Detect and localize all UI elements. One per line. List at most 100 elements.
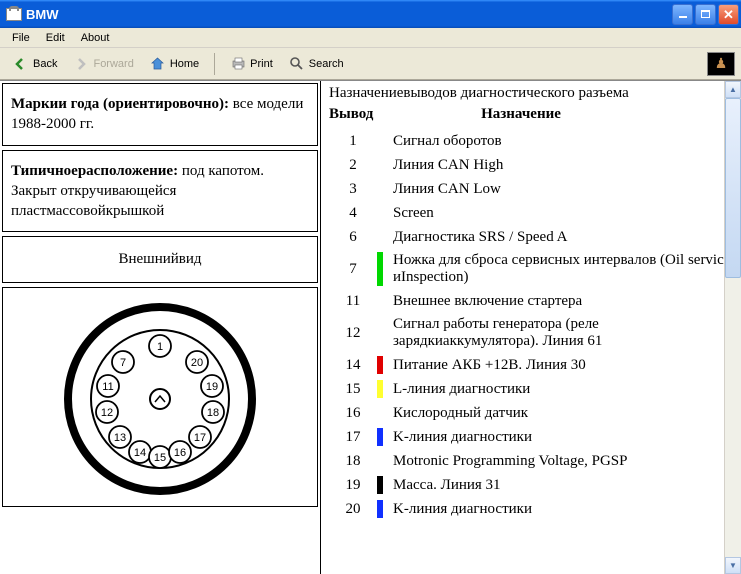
location-box: Типичноерасположение: под капотом. Закры… bbox=[2, 150, 318, 233]
back-button[interactable]: Back bbox=[6, 52, 64, 76]
pinout-row: 15 L-линия диагностики bbox=[321, 377, 741, 401]
maximize-button[interactable] bbox=[695, 4, 716, 25]
pin-number: 1 bbox=[329, 133, 377, 150]
color-bar bbox=[377, 316, 383, 350]
model-year-box: Маркии года (ориентировочно): все модели… bbox=[2, 83, 318, 146]
pin-number: 17 bbox=[329, 429, 377, 446]
print-label: Print bbox=[250, 58, 273, 70]
connector-pin-label: 7 bbox=[120, 357, 126, 369]
scroll-down-icon[interactable]: ▼ bbox=[725, 557, 741, 574]
pin-description: Диагностика SRS / Speed A bbox=[393, 229, 733, 246]
menu-file[interactable]: File bbox=[4, 30, 38, 46]
color-bar bbox=[377, 452, 383, 470]
pinout-row: 16 Кислородный датчик bbox=[321, 401, 741, 425]
color-bar bbox=[377, 292, 383, 310]
appearance-header: Внешнийвид bbox=[2, 236, 318, 283]
pin-number: 18 bbox=[329, 453, 377, 470]
connector-svg: 1711121314151617181920 bbox=[60, 299, 260, 499]
pin-number: 2 bbox=[329, 157, 377, 174]
pin-description: Внешнее включение стартера bbox=[393, 293, 733, 310]
pin-description: Ножка для сброса сервисных интервалов (O… bbox=[393, 252, 733, 286]
color-bar bbox=[377, 404, 383, 422]
titlebar: BMW ✕ bbox=[0, 0, 741, 28]
connector-pin-label: 12 bbox=[101, 407, 113, 419]
menu-about[interactable]: About bbox=[73, 30, 118, 46]
right-pane: Назначениевыводов диагностического разъе… bbox=[321, 81, 741, 574]
pinout-row: 20K-линия диагностики bbox=[321, 497, 741, 521]
pin-number: 12 bbox=[329, 325, 377, 342]
app-icon bbox=[6, 8, 22, 21]
pin-number: 16 bbox=[329, 405, 377, 422]
pin-number: 3 bbox=[329, 181, 377, 198]
pin-number: 19 bbox=[329, 477, 377, 494]
back-label: Back bbox=[33, 58, 57, 70]
pin-number: 6 bbox=[329, 229, 377, 246]
pin-number: 7 bbox=[329, 261, 377, 278]
pin-number: 4 bbox=[329, 205, 377, 222]
connector-pin-label: 17 bbox=[194, 432, 206, 444]
search-icon bbox=[289, 56, 305, 72]
connector-pin-label: 16 bbox=[174, 447, 186, 459]
home-label: Home bbox=[170, 58, 199, 70]
model-year-label: Маркии года (ориентировочно): bbox=[11, 96, 229, 112]
home-button[interactable]: Home bbox=[143, 52, 206, 76]
pinout-row: 19Масса. Линия 31 bbox=[321, 473, 741, 497]
connector-diagram: 1711121314151617181920 bbox=[2, 287, 318, 507]
pin-description: Линия CAN Low bbox=[393, 181, 733, 198]
col-pin: Вывод bbox=[329, 106, 389, 123]
pin-description: L-линия диагностики bbox=[393, 381, 733, 398]
color-bar bbox=[377, 132, 383, 150]
pin-number: 11 bbox=[329, 293, 377, 310]
color-bar bbox=[377, 380, 383, 398]
pinout-row: 1 Сигнал оборотов bbox=[321, 129, 741, 153]
pin-description: Кислородный датчик bbox=[393, 405, 733, 422]
minimize-button[interactable] bbox=[672, 4, 693, 25]
connector-pin-label: 1 bbox=[157, 341, 163, 353]
connector-pin-label: 18 bbox=[207, 407, 219, 419]
color-bar bbox=[377, 204, 383, 222]
pinout-rows: 1 Сигнал оборотов 2 Линия CAN High 3 Линия CA… bbox=[321, 129, 741, 521]
menu-edit[interactable]: Edit bbox=[38, 30, 73, 46]
window-controls: ✕ bbox=[672, 4, 739, 25]
forward-label: Forward bbox=[93, 58, 133, 70]
pin-number: 20 bbox=[329, 501, 377, 518]
menubar: File Edit About bbox=[0, 28, 741, 48]
pin-description: Линия CAN High bbox=[393, 157, 733, 174]
connector-pin-label: 20 bbox=[191, 357, 203, 369]
search-button[interactable]: Search bbox=[282, 52, 351, 76]
pinout-header: Назначениевыводов диагностического разъе… bbox=[321, 81, 741, 104]
pin-number: 15 bbox=[329, 381, 377, 398]
print-button[interactable]: Print bbox=[223, 52, 280, 76]
back-arrow-icon bbox=[13, 56, 29, 72]
connector-pin-label: 13 bbox=[114, 432, 126, 444]
forward-arrow-icon bbox=[73, 56, 89, 72]
connector-pin-label: 19 bbox=[206, 381, 218, 393]
color-bar bbox=[377, 428, 383, 446]
printer-icon bbox=[230, 56, 246, 72]
toolbar: Back Forward Home Print Search ♟ bbox=[0, 48, 741, 80]
color-bar bbox=[377, 156, 383, 174]
scrollbar[interactable]: ▲ ▼ bbox=[724, 81, 741, 574]
color-bar bbox=[377, 476, 383, 494]
pin-description: Сигнал работы генератора (реле зарядкиак… bbox=[393, 316, 733, 350]
color-bar bbox=[377, 180, 383, 198]
scroll-thumb[interactable] bbox=[725, 98, 741, 278]
connector-pin-label: 14 bbox=[134, 447, 146, 459]
forward-button: Forward bbox=[66, 52, 140, 76]
col-purpose: Назначение bbox=[389, 106, 733, 123]
connector-pin-label: 11 bbox=[102, 381, 113, 393]
pinout-row: 17K-линия диагностики bbox=[321, 425, 741, 449]
pin-description: Screen bbox=[393, 205, 733, 222]
pinout-row: 18Motronic Programming Voltage, PGSP bbox=[321, 449, 741, 473]
pinout-row: 14Питание АКБ +12В. Линия 30 bbox=[321, 353, 741, 377]
appearance-label: Внешнийвид bbox=[118, 251, 201, 267]
color-bar bbox=[377, 228, 383, 246]
scroll-up-icon[interactable]: ▲ bbox=[725, 81, 741, 98]
pin-number: 14 bbox=[329, 357, 377, 374]
pinout-row: 4 Screen bbox=[321, 201, 741, 225]
close-button[interactable]: ✕ bbox=[718, 4, 739, 25]
pinout-row: 6 Диагностика SRS / Speed A bbox=[321, 225, 741, 249]
search-label: Search bbox=[309, 58, 344, 70]
content-area: Маркии года (ориентировочно): все модели… bbox=[0, 80, 741, 574]
pin-description: Сигнал оборотов bbox=[393, 133, 733, 150]
